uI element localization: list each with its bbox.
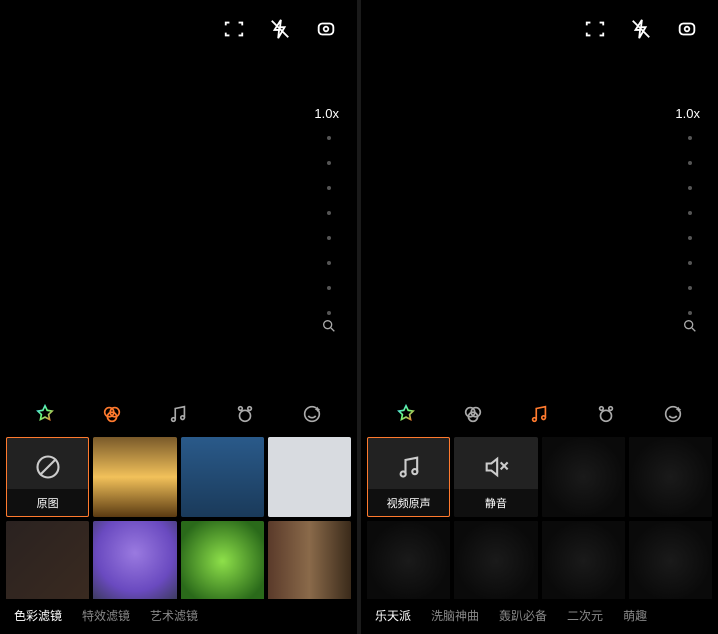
settings-icon[interactable]: [676, 18, 698, 40]
left-tile-5[interactable]: [93, 521, 176, 599]
music-icon: [395, 453, 423, 481]
magnifier-icon[interactable]: [682, 318, 698, 334]
thumbnail: [93, 521, 176, 599]
flash-off-icon[interactable]: [269, 18, 291, 40]
filters-icon[interactable]: [462, 403, 484, 425]
thumbnail: [181, 437, 264, 517]
category-2[interactable]: 艺术滤镜: [150, 607, 198, 624]
mode-tabbar: [361, 393, 718, 431]
mode-tabbar: [0, 393, 357, 431]
category-1[interactable]: 洗脑神曲: [431, 607, 479, 624]
right-tile-2[interactable]: Happy Morning: [542, 437, 625, 517]
topbar: [361, 0, 718, 48]
aspect-ratio-icon[interactable]: [584, 18, 606, 40]
category-0[interactable]: 乐天派: [375, 607, 411, 624]
beauty-star-icon[interactable]: [395, 403, 417, 425]
tile-label: 原图: [6, 489, 89, 517]
right-screen: 1.0x 视频原声静音Happy MorningPlay Full Love Pu…: [361, 0, 718, 634]
right-tile-6[interactable]: GroupSmile: [542, 521, 625, 599]
mute-icon: [482, 453, 510, 481]
left-tile-1[interactable]: 夏至未至: [93, 437, 176, 517]
left-tile-7[interactable]: 重庆森林: [268, 521, 351, 599]
right-tile-4[interactable]: Puppies Run: [367, 521, 450, 599]
thumbnail: [6, 521, 89, 599]
thumbnail: [629, 437, 712, 517]
zoom-level[interactable]: 1.0x: [314, 106, 339, 121]
magnifier-icon[interactable]: [321, 318, 337, 334]
thumbnail: [181, 521, 264, 599]
music-icon[interactable]: [167, 403, 189, 425]
thumbnail: [268, 437, 351, 517]
filter-categories: 色彩滤镜 特效滤镜 艺术滤镜: [0, 599, 357, 634]
stickers-icon[interactable]: [595, 403, 617, 425]
thumbnail: [268, 521, 351, 599]
flash-off-icon[interactable]: [630, 18, 652, 40]
right-tile-5[interactable]: Memory Train: [454, 521, 537, 599]
music-categories: 乐天派 洗脑神曲 轰趴必备 二次元 萌趣: [361, 599, 718, 634]
left-tile-3[interactable]: 冬日暖阳: [268, 437, 351, 517]
category-3[interactable]: 二次元: [567, 607, 603, 624]
thumbnail: [454, 521, 537, 599]
left-tile-6[interactable]: [181, 521, 264, 599]
topbar: [0, 0, 357, 48]
stickers-icon[interactable]: [234, 403, 256, 425]
music-icon[interactable]: [528, 403, 550, 425]
effects-icon[interactable]: [301, 403, 323, 425]
zoom-scale: [688, 136, 692, 315]
category-2[interactable]: 轰趴必备: [499, 607, 547, 624]
right-tile-3[interactable]: Play Full Love: [629, 437, 712, 517]
thumbnail: [367, 521, 450, 599]
thumbnail: [542, 521, 625, 599]
filter-grid: 原图夏至未至海浪和风冬日暖阳重庆森林: [0, 431, 357, 599]
zoom-scale: [327, 136, 331, 315]
right-tile-1[interactable]: 静音: [454, 437, 537, 517]
tile-label: 静音: [454, 489, 537, 517]
thumbnail: [93, 437, 176, 517]
left-screen: 1.0x 原图夏至未至海浪和风冬日暖阳重庆森林 色彩滤镜 特效滤镜 艺术滤镜: [0, 0, 357, 634]
right-tile-0[interactable]: 视频原声: [367, 437, 450, 517]
effects-icon[interactable]: [662, 403, 684, 425]
right-tile-7[interactable]: AwayDay: [629, 521, 712, 599]
aspect-ratio-icon[interactable]: [223, 18, 245, 40]
music-grid: 视频原声静音Happy MorningPlay Full Love Puppies…: [361, 431, 718, 599]
left-tile-4[interactable]: [6, 521, 89, 599]
filters-icon[interactable]: [101, 403, 123, 425]
thumbnail: [629, 521, 712, 599]
viewfinder[interactable]: 1.0x: [361, 48, 718, 393]
category-0[interactable]: 色彩滤镜: [14, 607, 62, 624]
none-icon: [34, 453, 62, 481]
zoom-level[interactable]: 1.0x: [675, 106, 700, 121]
category-4[interactable]: 萌趣: [623, 607, 647, 624]
tile-label: 视频原声: [367, 489, 450, 517]
category-1[interactable]: 特效滤镜: [82, 607, 130, 624]
beauty-star-icon[interactable]: [34, 403, 56, 425]
left-tile-2[interactable]: 海浪和风: [181, 437, 264, 517]
settings-icon[interactable]: [315, 18, 337, 40]
left-tile-0[interactable]: 原图: [6, 437, 89, 517]
thumbnail: [542, 437, 625, 517]
viewfinder[interactable]: 1.0x: [0, 48, 357, 393]
